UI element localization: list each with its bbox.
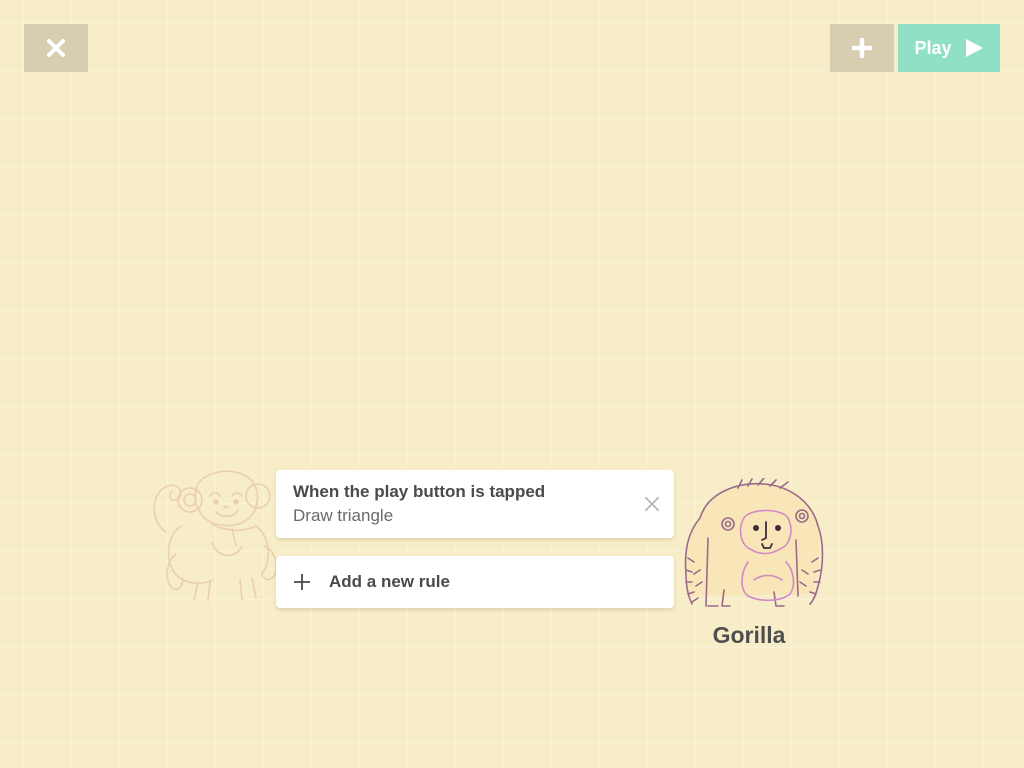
rule-card[interactable]: When the play button is tapped Draw tria… xyxy=(276,470,674,538)
gorilla-icon[interactable] xyxy=(678,478,826,614)
play-triangle-icon xyxy=(965,39,983,57)
monkey-icon[interactable] xyxy=(146,462,286,604)
character-name: Gorilla xyxy=(712,622,786,648)
plus-icon xyxy=(852,38,872,58)
rule-action: Draw triangle xyxy=(293,506,394,525)
add-rule-button[interactable]: Add a new rule xyxy=(276,556,674,608)
play-label: Play xyxy=(914,37,952,58)
add-rule-label: Add a new rule xyxy=(329,572,450,591)
close-icon xyxy=(47,39,65,57)
plus-icon xyxy=(294,574,310,590)
add-character-button[interactable] xyxy=(830,24,894,72)
rule-trigger: When the play button is tapped xyxy=(293,482,546,501)
close-button[interactable] xyxy=(24,24,88,72)
close-icon[interactable] xyxy=(644,496,660,512)
play-button[interactable]: Play xyxy=(898,24,1000,72)
